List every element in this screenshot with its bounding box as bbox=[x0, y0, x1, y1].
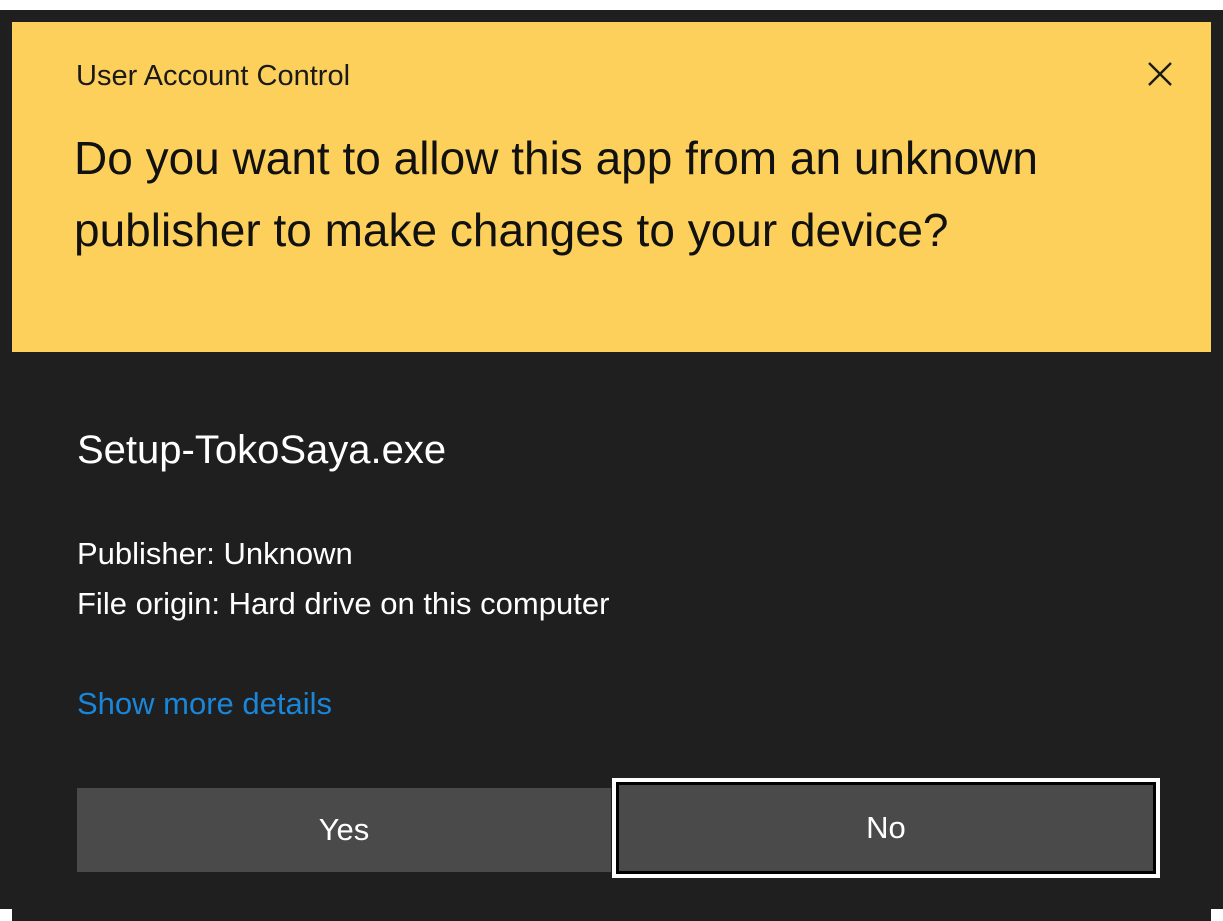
top-caption-strip bbox=[0, 0, 1223, 10]
close-button[interactable] bbox=[1130, 44, 1190, 104]
dialog-title: User Account Control bbox=[76, 60, 351, 92]
uac-dialog: User Account Control Do you want to allo… bbox=[0, 10, 1223, 921]
dialog-header: User Account Control Do you want to allo… bbox=[12, 22, 1211, 352]
no-button-label: No bbox=[866, 810, 906, 845]
file-origin-text: File origin: Hard drive on this computer bbox=[77, 586, 610, 621]
app-name: Setup-TokoSaya.exe bbox=[77, 428, 447, 472]
prompt-question: Do you want to allow this app from an un… bbox=[74, 132, 1038, 256]
no-button[interactable]: No bbox=[612, 778, 1160, 878]
yes-button-label: Yes bbox=[318, 812, 370, 847]
publisher-text: Publisher: Unknown bbox=[77, 536, 353, 571]
yes-button[interactable]: Yes bbox=[77, 788, 611, 872]
dialog-body: Setup-TokoSaya.exe Publisher: Unknown Fi… bbox=[12, 352, 1211, 921]
show-more-details-link[interactable]: Show more details bbox=[77, 686, 332, 722]
close-icon bbox=[1148, 62, 1172, 86]
